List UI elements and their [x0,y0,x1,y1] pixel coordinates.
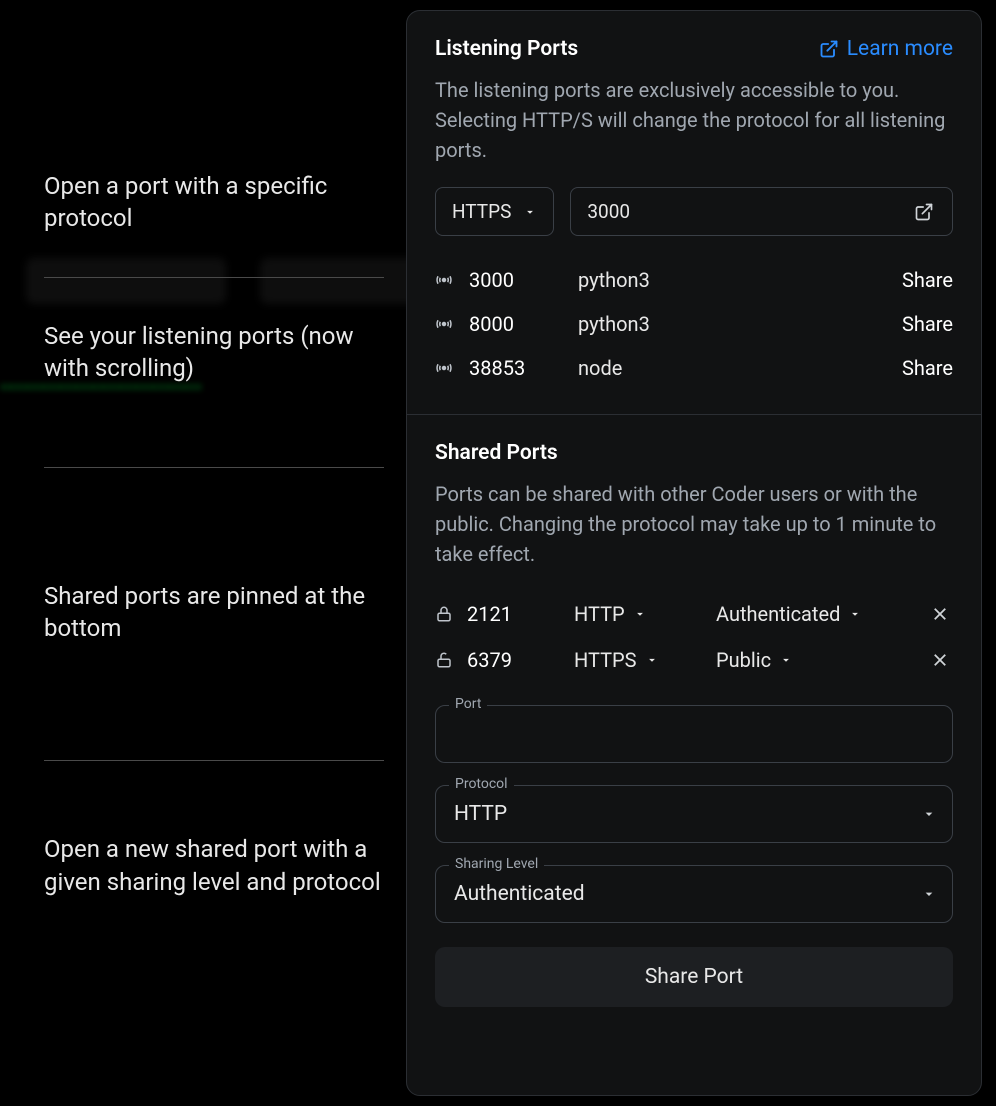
port-number: 3000 [469,268,564,292]
new-protocol-select[interactable]: HTTP [435,785,953,843]
annotation-list: Open a port with a specific protocol See… [44,170,384,898]
listening-port-row: 3000 python3 Share [435,258,953,302]
annotation-text: Open a new shared port with a given shar… [44,833,384,898]
shared-protocol-value: HTTPS [574,648,637,672]
share-port-submit-button[interactable]: Share Port [435,947,953,1007]
protocol-label: Protocol [449,776,514,792]
shared-protocol-select[interactable]: HTTPS [574,648,704,672]
sharing-level-label: Sharing Level [449,856,544,872]
broadcast-icon [435,315,455,333]
chevron-down-icon [645,653,659,667]
close-icon [931,651,949,669]
new-protocol-field-group: Protocol HTTP [435,785,953,843]
broadcast-icon [435,271,455,289]
share-button[interactable]: Share [902,312,953,336]
port-process: python3 [578,312,888,336]
port-open-field[interactable] [570,187,953,236]
share-button[interactable]: Share [902,268,953,292]
listening-ports-description: The listening ports are exclusively acce… [435,75,953,165]
share-button[interactable]: Share [902,356,953,380]
shared-level-value: Authenticated [716,602,840,626]
ports-panel: Listening Ports Learn more The listening… [406,10,982,1096]
chevron-down-icon [633,607,647,621]
lock-open-icon [435,651,455,669]
port-number: 8000 [469,312,564,336]
shared-level-select[interactable]: Public [716,648,915,672]
chevron-down-icon [848,607,862,621]
remove-shared-port-button[interactable] [927,601,953,627]
shared-protocol-value: HTTP [574,602,625,626]
shared-port-row: 6379 HTTPS Public [435,637,953,683]
new-level-select[interactable]: Authenticated [435,865,953,923]
chevron-down-icon [779,653,793,667]
remove-shared-port-button[interactable] [927,647,953,673]
broadcast-icon [435,359,455,377]
chevron-down-icon [523,205,537,219]
shared-level-value: Public [716,648,771,672]
shared-port-number: 6379 [467,648,562,672]
learn-more-link[interactable]: Learn more [819,37,953,61]
listening-protocol-select[interactable]: HTTPS [435,187,554,236]
shared-ports-description: Ports can be shared with other Coder use… [435,479,953,569]
open-port-button[interactable] [910,198,938,226]
learn-more-label: Learn more [847,37,953,61]
port-open-input[interactable] [587,188,910,235]
port-process: python3 [578,268,888,292]
lock-closed-icon [435,605,455,623]
new-level-value: Authenticated [454,882,585,906]
new-protocol-value: HTTP [454,802,507,826]
external-link-icon [914,202,934,222]
shared-port-row: 2121 HTTP Authenticated [435,591,953,637]
new-level-field-group: Sharing Level Authenticated [435,865,953,923]
new-port-field-group: Port [435,705,953,763]
listening-ports-title: Listening Ports [435,37,578,61]
annotation-text: Open a port with a specific protocol [44,170,384,235]
port-number: 38853 [469,356,564,380]
shared-ports-section: Shared Ports Ports can be shared with ot… [407,414,981,1031]
port-process: node [578,356,888,380]
annotation-text: See your listening ports (now with scrol… [44,320,384,385]
port-label: Port [449,696,487,712]
listening-port-row: 8000 python3 Share [435,302,953,346]
annotation-text: Shared ports are pinned at the bottom [44,580,384,645]
shared-level-select[interactable]: Authenticated [716,602,915,626]
listening-ports-list: 3000 python3 Share 8000 python3 Share 38… [435,258,953,390]
listening-ports-section: Listening Ports Learn more The listening… [407,11,981,414]
listening-port-row: 38853 node Share [435,346,953,390]
shared-ports-list: 2121 HTTP Authenticated [435,591,953,683]
new-port-input[interactable] [435,705,953,763]
listening-protocol-value: HTTPS [452,200,511,223]
shared-port-number: 2121 [467,602,562,626]
external-link-icon [819,39,839,59]
shared-ports-title: Shared Ports [435,441,558,465]
close-icon [931,605,949,623]
shared-protocol-select[interactable]: HTTP [574,602,704,626]
